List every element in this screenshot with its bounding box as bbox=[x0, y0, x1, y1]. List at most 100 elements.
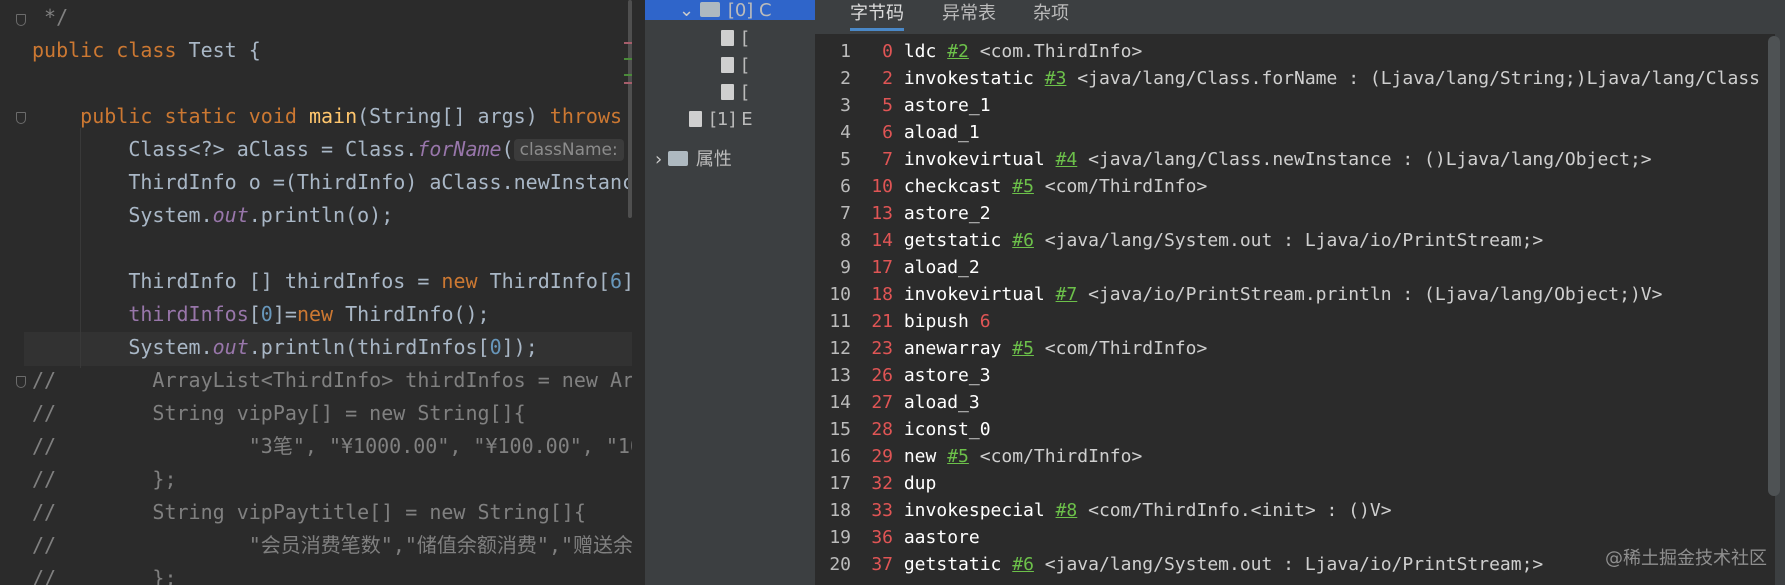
line-number: 10 bbox=[829, 284, 851, 305]
constant-ref-link[interactable]: #5 bbox=[1012, 176, 1034, 197]
opcode: invokevirtual bbox=[903, 149, 1045, 170]
code-token: // }; bbox=[32, 467, 177, 491]
line-number: 11 bbox=[829, 311, 851, 332]
operand-comment: <com/ThirdInfo> bbox=[1044, 338, 1208, 359]
bytecode-row[interactable]: 10 18 invokevirtual #7 <java/io/PrintStre… bbox=[815, 281, 1662, 308]
code-line[interactable]: public static void main(String[] args) t… bbox=[32, 103, 632, 130]
bytecode-row[interactable]: 4 6 aload_1 bbox=[815, 119, 980, 146]
line-number: 12 bbox=[829, 338, 851, 359]
code-line[interactable]: */ bbox=[32, 4, 68, 31]
opcode: iconst_0 bbox=[903, 419, 991, 440]
tree-node[interactable]: › 属性 bbox=[655, 147, 732, 173]
code-line[interactable]: thirdInfos[0]=new ThirdInfo(); bbox=[32, 301, 489, 328]
constant-ref-link[interactable]: #4 bbox=[1056, 149, 1078, 170]
class-structure-tree[interactable]: ⌄ [0] C [[[[1] E › 属性 bbox=[645, 0, 815, 585]
code-token: System. bbox=[32, 203, 213, 227]
tree-node[interactable]: [ bbox=[721, 80, 749, 106]
bytecode-row[interactable]: 7 13 astore_2 bbox=[815, 200, 990, 227]
opcode: aastore bbox=[903, 527, 980, 548]
bytecode-row[interactable]: 3 5 astore_1 bbox=[815, 92, 990, 119]
tree-node[interactable]: [1] E bbox=[689, 107, 753, 133]
code-token: Test { bbox=[188, 38, 261, 62]
bytecode-row[interactable]: 16 29 new #5 <com/ThirdInfo> bbox=[815, 443, 1142, 470]
line-number: 18 bbox=[829, 500, 851, 521]
code-editor[interactable]: */ public class Test { public static void… bbox=[0, 0, 632, 585]
code-line[interactable]: Class<?> aClass = Class.forName(classNam… bbox=[32, 136, 632, 163]
line-number: 1 bbox=[840, 41, 851, 62]
code-line[interactable]: // }; bbox=[32, 466, 177, 493]
code-token: ThirdInfo[ bbox=[489, 269, 610, 293]
code-line[interactable]: // "3笔", "¥1000.00", "¥100.00", "100 bbox=[32, 433, 632, 460]
constant-ref-link[interactable]: #6 bbox=[1012, 230, 1034, 251]
line-number: 9 bbox=[840, 257, 851, 278]
tree-node[interactable]: ⌄ [0] C bbox=[679, 0, 772, 24]
opcode: invokevirtual bbox=[903, 284, 1045, 305]
bytecode-row[interactable]: 9 17 aload_2 bbox=[815, 254, 980, 281]
chevron-right-icon[interactable]: › bbox=[655, 149, 668, 170]
code-line[interactable]: // ArrayList<ThirdInfo> thirdInfos = new… bbox=[32, 367, 632, 394]
bytecode-row[interactable]: 6 10 checkcast #5 <com/ThirdInfo> bbox=[815, 173, 1207, 200]
constant-ref-link[interactable]: #7 bbox=[1056, 284, 1078, 305]
bytecode-row[interactable]: 5 7 invokevirtual #4 <java/lang/Class.new… bbox=[815, 146, 1652, 173]
opcode: anewarray bbox=[903, 338, 1002, 359]
code-line[interactable]: // String vipPay[] = new String[]{ bbox=[32, 400, 526, 427]
bytecode-offset: 13 bbox=[871, 203, 893, 224]
bytecode-row[interactable]: 8 14 getstatic #6 <java/lang/System.out :… bbox=[815, 227, 1543, 254]
line-number: 16 bbox=[829, 446, 851, 467]
tree-node[interactable]: [ bbox=[721, 26, 749, 52]
line-number: 20 bbox=[829, 554, 851, 575]
bytecode-row[interactable]: 2 2 invokestatic #3 <java/lang/Class.forN… bbox=[815, 65, 1760, 92]
bytecode-row[interactable]: 19 36 aastore bbox=[815, 524, 980, 551]
code-token: 6 bbox=[610, 269, 623, 293]
bytecode-row[interactable]: 20 37 getstatic #6 <java/lang/System.out … bbox=[815, 551, 1543, 578]
line-number: 14 bbox=[829, 392, 851, 413]
bytecode-offset: 36 bbox=[871, 527, 893, 548]
code-line[interactable]: System.out.println(thirdInfos[0]); bbox=[32, 334, 537, 361]
bytecode-row[interactable]: 1 0 ldc #2 <com.ThirdInfo> bbox=[815, 38, 1142, 65]
bytecode-row[interactable]: 12 23 anewarray #5 <com/ThirdInfo> bbox=[815, 335, 1207, 362]
bytecode-row[interactable]: 17 32 dup bbox=[815, 470, 936, 497]
operand-comment: <java/io/PrintStream.println : (Ljava/la… bbox=[1088, 284, 1663, 305]
constant-ref-link[interactable]: #6 bbox=[1012, 554, 1034, 575]
bytecode-scrollbar[interactable] bbox=[1768, 36, 1780, 496]
fold-marker-icon[interactable] bbox=[16, 14, 26, 26]
indent-guide bbox=[80, 128, 81, 368]
editor-scrollbar[interactable] bbox=[628, 0, 632, 218]
code-line[interactable]: System.out.println(o); bbox=[32, 202, 393, 229]
tab-misc[interactable]: 杂项 bbox=[1033, 0, 1069, 28]
code-line[interactable]: // String vipPaytitle[] = new String[]{ bbox=[32, 499, 586, 526]
bytecode-offset: 0 bbox=[882, 41, 893, 62]
bytecode-row[interactable]: 13 26 astore_3 bbox=[815, 362, 991, 389]
tree-node-label: [0] C bbox=[727, 0, 772, 21]
tree-node-label: 属性 bbox=[695, 149, 732, 170]
tab-bytecode[interactable]: 字节码 bbox=[850, 0, 904, 31]
bytecode-listing[interactable]: 10 ldc #2 <com.ThirdInfo> 2 2 invokestatic… bbox=[815, 34, 1775, 585]
bytecode-row[interactable]: 15 28 iconst_0 bbox=[815, 416, 991, 443]
code-line[interactable]: // }; bbox=[32, 565, 177, 585]
fold-marker-icon[interactable] bbox=[16, 376, 26, 388]
bytecode-row[interactable]: 18 33 invokespecial #8 <com/ThirdInfo.<in… bbox=[815, 497, 1391, 524]
bytecode-row[interactable]: 14 27 aload_3 bbox=[815, 389, 979, 416]
code-token: public static void bbox=[32, 104, 309, 128]
code-line[interactable]: public class Test { bbox=[32, 37, 261, 64]
opcode: astore_3 bbox=[903, 365, 991, 386]
constant-ref-link[interactable]: #5 bbox=[1012, 338, 1034, 359]
constant-ref-link[interactable]: #5 bbox=[947, 446, 969, 467]
constant-ref-link[interactable]: #3 bbox=[1045, 68, 1067, 89]
tree-node[interactable]: [ bbox=[721, 53, 749, 79]
code-token: ThirdInfo o =(ThirdInfo) aClass.newInsta… bbox=[32, 170, 632, 194]
code-line[interactable]: // "会员消费笔数","储值余额消费","赠送余额消 bbox=[32, 532, 632, 559]
watermark: @稀土掘金技术社区 bbox=[1605, 548, 1767, 569]
code-line[interactable]: ThirdInfo o =(ThirdInfo) aClass.newInsta… bbox=[32, 169, 632, 196]
operand-comment: <java/lang/Class.newInstance : ()Ljava/l… bbox=[1088, 149, 1652, 170]
chevron-down-icon[interactable]: ⌄ bbox=[679, 0, 700, 21]
tab-exception-table[interactable]: 异常表 bbox=[942, 0, 996, 28]
code-line[interactable]: ThirdInfo [] thirdInfos = new ThirdInfo[… bbox=[32, 268, 632, 295]
bytecode-row[interactable]: 11 21 bipush 6 bbox=[815, 308, 990, 335]
constant-ref-link[interactable]: #8 bbox=[1056, 500, 1078, 521]
constant-ref-link[interactable]: #2 bbox=[947, 41, 969, 62]
opcode: getstatic bbox=[903, 554, 1002, 575]
fold-marker-icon[interactable] bbox=[16, 112, 26, 124]
code-token: // }; bbox=[32, 566, 177, 585]
opcode: invokestatic bbox=[903, 68, 1034, 89]
